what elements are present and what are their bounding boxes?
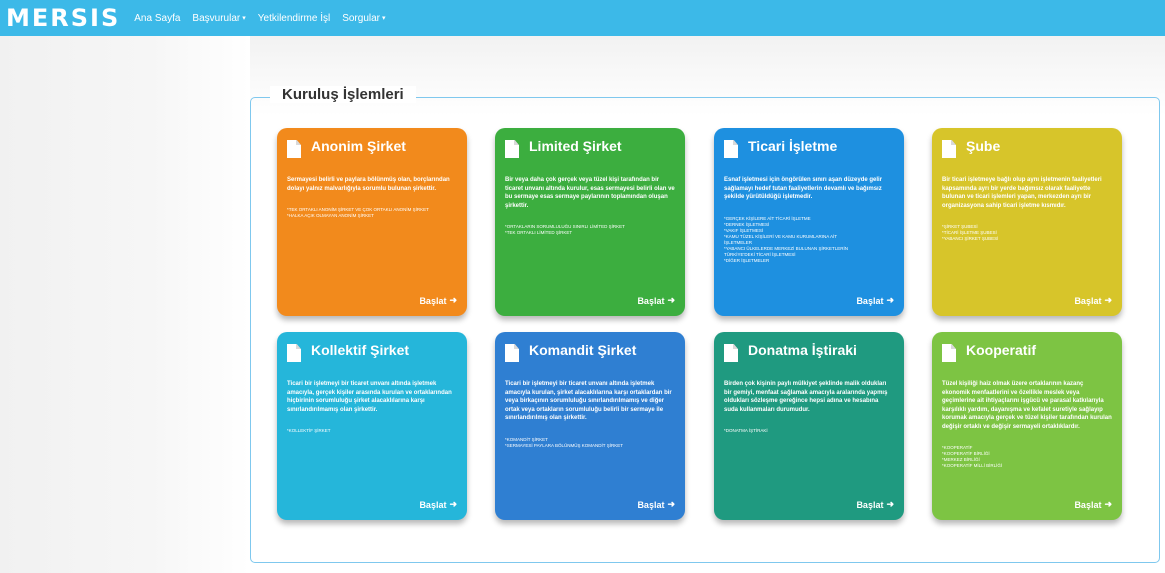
card-type-list: *KOMANDİT ŞİRKET *SERMAYESİ PAYLARA BÖLÜN… [505,437,675,449]
start-button[interactable]: Başlat ➜ [419,499,457,510]
card-description: Tüzel kişiliği haiz olmak üzere ortaklar… [942,381,1112,430]
document-icon [942,344,956,362]
card-type-item: *KOOPERATİF MİLLİ BİRLİĞİ [942,463,1003,468]
card-title: Komandit Şirket [529,342,637,358]
start-button[interactable]: Başlat ➜ [856,499,894,510]
card-header: Limited Şirket [505,138,675,174]
start-button-label: Başlat [856,295,884,306]
caret-down-icon: ▾ [242,15,246,22]
nav-item-queries[interactable]: Sorgular ▾ [342,13,385,24]
start-button[interactable]: Başlat ➜ [637,295,675,306]
card-description: Esnaf işletmesi için öngörülen sınırı aş… [724,177,883,200]
card-title: Ticari İşletme [748,138,838,154]
card-donatma-istiraki[interactable]: Donatma İştiraki Birden çok kişinin paylı… [714,332,904,520]
card-type-item: *SERMAYESİ PAYLARA BÖLÜNMÜŞ KOMANDİT ŞİR… [505,442,623,448]
card-header: Anonim Şirket [287,138,457,174]
card-type-list: *TEK ORTAKLI ANONİM ŞİRKET VE ÇOK ORTAKL… [287,207,457,219]
document-icon [505,344,519,362]
card-title: Kooperatif [966,342,1036,358]
card-type-item: *DİĞER İŞLETMELER [724,257,770,263]
card-type-list: *DONATMA İŞTİRAKİ [724,428,894,434]
document-icon [287,140,301,158]
top-navbar: MERSIS Ana Sayfa Başvurular ▾ Yetkilendi… [0,0,1165,36]
card-type-item: *TEK ORTAKLI LİMİTED ŞİRKET [505,230,573,235]
card-description: Sermayesi belirli ve paylara bölünmüş ol… [287,177,450,192]
start-button-label: Başlat [1074,499,1102,510]
start-button[interactable]: Başlat ➜ [1074,499,1112,510]
caret-down-icon: ▾ [382,15,386,22]
nav-menu: Ana Sayfa Başvurular ▾ Yetkilendirme İşl… [134,13,397,24]
card-title: Anonim Şirket [311,138,406,154]
card-komandit-sirket[interactable]: Komandit Şirket Ticari bir işletmeyi bir … [495,332,685,520]
document-icon [505,140,519,158]
nav-item-label: Sorgular [342,12,381,24]
card-type-item: *KOLLEKTİF ŞİRKET [287,428,331,433]
card-header: Donatma İştiraki [724,342,894,378]
card-type-item: *DONATMA İŞTİRAKİ [724,428,768,433]
brand-logo[interactable]: MERSIS [6,4,120,32]
start-button-label: Başlat [1074,295,1102,306]
start-button-label: Başlat [419,499,447,510]
arrow-right-icon: ➜ [886,295,894,305]
card-header: Şube [942,138,1112,174]
card-type-item: *HALKA AÇIK OLMAYAN ANONİM ŞİRKET [287,213,374,218]
card-title: Şube [966,138,1001,154]
card-description: Bir ticari işletmeye bağlı olup aynı işl… [942,177,1102,209]
start-button[interactable]: Başlat ➜ [856,295,894,306]
card-title: Limited Şirket [529,138,622,154]
card-description: Ticari bir işletmeyi bir ticaret unvanı … [505,381,672,421]
start-button-label: Başlat [419,295,447,306]
card-type-item: *YABANCI ŞİRKET ŞUBESİ [942,236,999,241]
arrow-right-icon: ➜ [1104,295,1112,305]
arrow-right-icon: ➜ [667,499,675,509]
start-button-label: Başlat [637,295,665,306]
card-type-list: *ŞİRKET ŞUBESİ *TİCARİ İŞLETME ŞUBESİ *YAB… [942,224,1112,242]
card-sube[interactable]: Şube Bir ticari işletmeye bağlı olup aynı… [932,128,1122,316]
start-button[interactable]: Başlat ➜ [419,295,457,306]
document-icon [942,140,956,158]
card-type-list: *GERÇEK KİŞİLERE AİT TİCARİ İŞLETME *DERN… [724,216,894,264]
nav-item-home[interactable]: Ana Sayfa [134,13,180,24]
card-type-list: *KOLLEKTİF ŞİRKET [287,428,457,434]
card-title: Kollektif Şirket [311,342,410,358]
card-header: Kollektif Şirket [287,342,457,378]
card-ticari-isletme[interactable]: Ticari İşletme Esnaf işletmesi için öngör… [714,128,904,316]
arrow-right-icon: ➜ [1104,499,1112,509]
card-description: Bir veya daha çok gerçek veya tüzel kişi… [505,177,675,209]
card-description: Birden çok kişinin paylı mülkiyet şeklin… [724,381,888,413]
card-kollektif-sirket[interactable]: Kollektif Şirket Ticari bir işletmeyi bir… [277,332,467,520]
card-description: Ticari bir işletmeyi bir ticaret unvanı … [287,381,452,413]
nav-item-authorization[interactable]: Yetkilendirme İşl [258,13,330,24]
arrow-right-icon: ➜ [449,295,457,305]
nav-item-label: Başvurular [192,12,241,24]
start-button[interactable]: Başlat ➜ [637,499,675,510]
card-anonim-sirket[interactable]: Anonim Şirket Sermayesi belirli ve paylar… [277,128,467,316]
arrow-right-icon: ➜ [886,499,894,509]
arrow-right-icon: ➜ [667,295,675,305]
card-header: Kooperatif [942,342,1112,378]
card-kooperatif[interactable]: Kooperatif Tüzel kişiliği haiz olmak üzer… [932,332,1122,520]
card-type-list: *ORTAKLARIN SORUMLULUĞU SINIRLI LİMİTED … [505,224,675,236]
card-header: Komandit Şirket [505,342,675,378]
panel-title: Kuruluş İşlemleri [270,86,416,103]
nav-item-applications[interactable]: Başvurular ▾ [192,13,245,24]
arrow-right-icon: ➜ [449,499,457,509]
card-type-list: *KOOPERATİF *KOOPERATİF BİRLİĞİ *MERKEZ Bİ… [942,445,1112,469]
nav-item-label: Yetkilendirme İşl [257,12,331,24]
start-button-label: Başlat [856,499,884,510]
document-icon [287,344,301,362]
background-fade-left [0,36,250,573]
card-title: Donatma İştiraki [748,342,857,358]
start-button[interactable]: Başlat ➜ [1074,295,1112,306]
card-limited-sirket[interactable]: Limited Şirket Bir veya daha çok gerçek v… [495,128,685,316]
document-icon [724,344,738,362]
nav-item-label: Ana Sayfa [134,12,181,24]
document-icon [724,140,738,158]
start-button-label: Başlat [637,499,665,510]
card-header: Ticari İşletme [724,138,894,174]
